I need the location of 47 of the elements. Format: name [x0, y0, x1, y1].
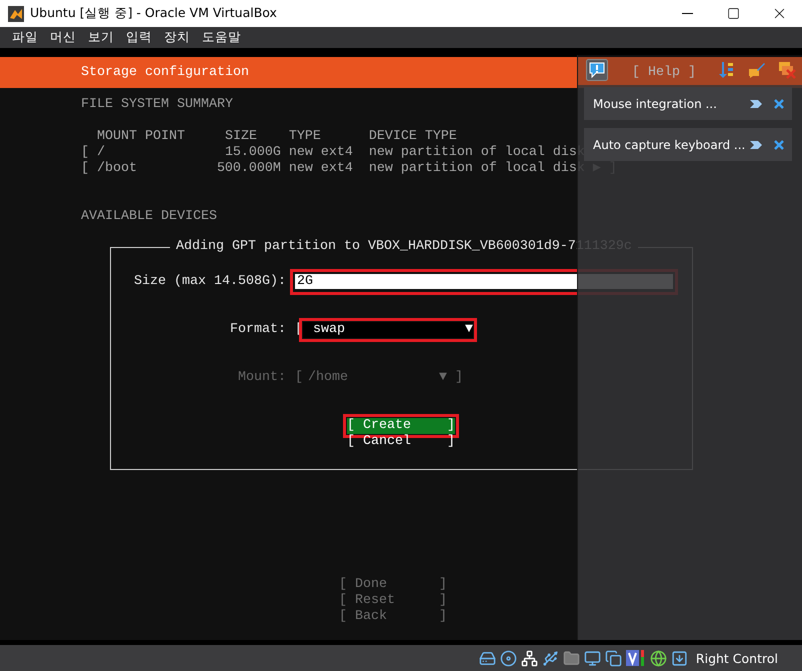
folder-icon[interactable]	[562, 650, 580, 666]
notification-text: Auto capture keyboard ...	[593, 138, 746, 152]
menu-item[interactable]: 도움말	[196, 27, 247, 48]
usb-icon[interactable]	[542, 650, 559, 666]
window-title: Ubuntu [실행 중] - Oracle VM VirtualBox	[30, 5, 278, 22]
disc-icon[interactable]	[500, 650, 517, 666]
host-key-label: Right Control	[696, 650, 778, 666]
section-heading: FILE SYSTEM SUMMARY	[81, 97, 233, 112]
cpu-activity-icon[interactable]	[626, 649, 646, 667]
bracket: [	[295, 370, 303, 386]
close-icon[interactable]	[774, 98, 784, 108]
column-header: MOUNT POINT	[96, 129, 185, 145]
menu-item[interactable]: 보기	[82, 27, 120, 48]
column-header: SIZE	[224, 129, 257, 145]
table-cell: 15.000G	[224, 145, 281, 161]
globe-icon[interactable]	[650, 650, 667, 666]
section-heading: AVAILABLE DEVICES	[81, 209, 217, 224]
menu-item[interactable]: 파일	[6, 27, 44, 48]
close-icon[interactable]	[774, 140, 784, 150]
table-cell: 500.000M	[216, 161, 281, 177]
dismiss-all-icon[interactable]	[778, 61, 796, 79]
table-cell-text: new ext4	[288, 145, 353, 161]
notification-text: Mouse integration ...	[593, 96, 718, 110]
sort-icon[interactable]	[718, 61, 734, 79]
screen-title: Storage configuration	[81, 64, 249, 80]
windows-icon[interactable]	[604, 650, 622, 666]
column-header: TYPE	[288, 129, 321, 145]
network-icon[interactable]	[520, 650, 538, 666]
app-logo-icon	[8, 6, 24, 22]
minimize-icon	[682, 13, 692, 14]
menu-item[interactable]: 장치	[158, 27, 196, 48]
table-cell: [ /	[81, 145, 105, 161]
dropdown[interactable]: swap ▼	[303, 322, 473, 338]
column-header: DEVICE TYPE	[368, 129, 457, 145]
field-label: Format:	[229, 322, 286, 338]
menu-item[interactable]: 머신	[44, 27, 82, 48]
field-label: Mount:	[237, 370, 286, 386]
menu-item[interactable]: 입력	[120, 27, 158, 48]
download-icon[interactable]	[670, 650, 688, 666]
monitor-icon[interactable]	[584, 650, 601, 666]
message-icon[interactable]	[586, 59, 608, 81]
dialog-button[interactable]: [ Cancel ]	[347, 434, 455, 450]
table-cell-text: new ext4	[288, 161, 353, 177]
field-label: Size (max 14.508G):	[133, 274, 286, 290]
table-cell: [ /boot	[81, 161, 137, 177]
dialog-button[interactable]: [ Create ]	[347, 418, 455, 434]
maximize-icon	[726, 7, 740, 20]
